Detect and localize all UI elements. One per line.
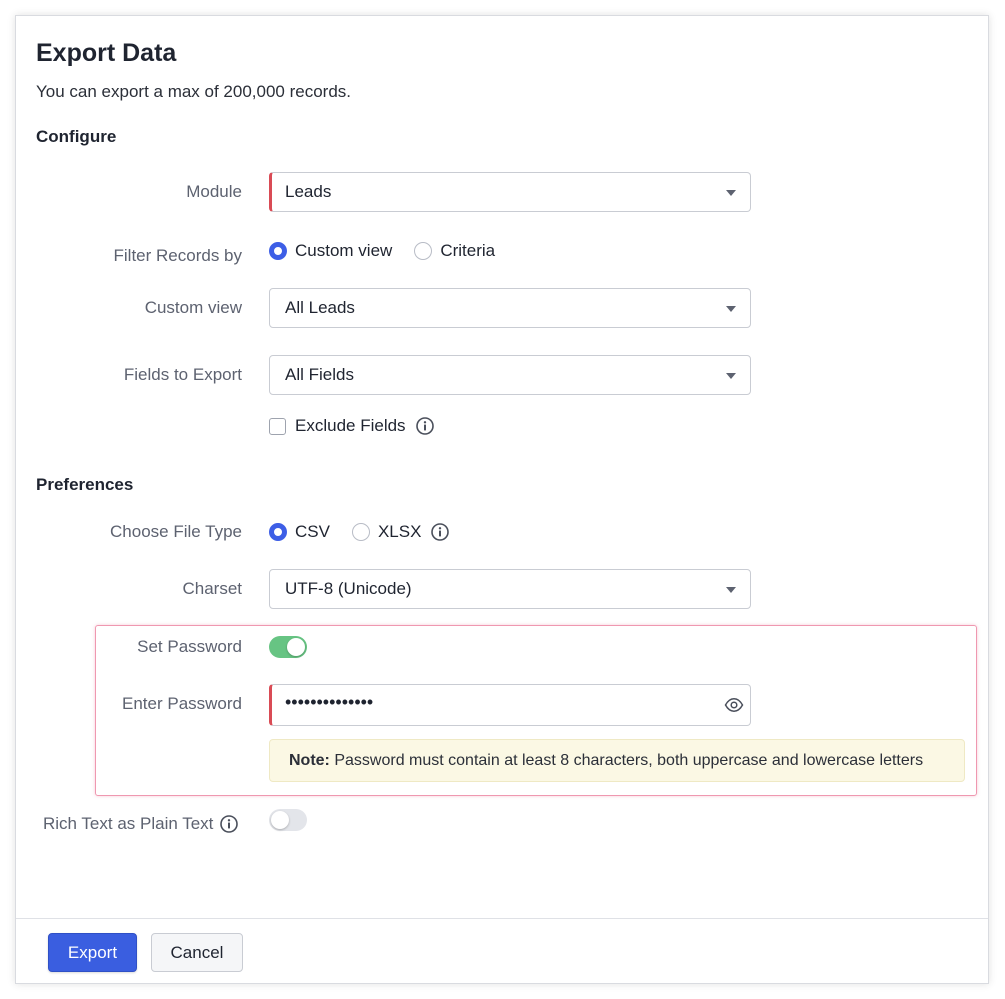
radio-criteria[interactable]: Criteria xyxy=(414,241,495,261)
module-select-value: Leads xyxy=(285,182,332,201)
exclude-fields-checkbox[interactable] xyxy=(269,417,286,435)
custom-view-label: Custom view xyxy=(144,298,242,317)
custom-view-select[interactable]: All Leads xyxy=(269,288,751,328)
radio-button-unchecked[interactable] xyxy=(351,523,370,541)
password-input[interactable]: •••••••••••••• xyxy=(269,684,751,726)
radio-xlsx-label: XLSX xyxy=(377,522,422,541)
charset-select-value: UTF-8 (Unicode) xyxy=(285,579,412,598)
dialog-subtitle: You can export a max of 200,000 records. xyxy=(36,82,352,101)
rich-text-label: Rich Text as Plain Text xyxy=(43,814,214,833)
cancel-button[interactable]: Cancel xyxy=(151,933,243,972)
chevron-down-icon xyxy=(726,190,736,196)
export-button[interactable]: Export xyxy=(48,933,137,972)
chevron-down-icon xyxy=(726,373,736,379)
radio-custom-view-label: Custom view xyxy=(295,241,393,260)
fields-to-export-select[interactable]: All Fields xyxy=(269,355,751,395)
fields-to-export-label: Fields to Export xyxy=(123,365,242,384)
enter-password-label: Enter Password xyxy=(122,694,242,713)
footer-divider xyxy=(16,918,988,919)
dialog-title: Export Data xyxy=(36,39,177,67)
file-type-label: Choose File Type xyxy=(110,522,242,541)
exclude-fields-label: Exclude Fields xyxy=(295,416,406,435)
rich-text-toggle[interactable] xyxy=(269,809,307,831)
radio-csv[interactable]: CSV xyxy=(269,522,330,542)
fields-to-export-select-value: All Fields xyxy=(285,365,354,384)
exclude-fields-row: Exclude Fields xyxy=(269,416,434,436)
radio-csv-label: CSV xyxy=(295,522,330,541)
filter-records-label: Filter Records by xyxy=(113,246,242,265)
set-password-label: Set Password xyxy=(137,637,242,656)
info-icon[interactable] xyxy=(415,417,434,435)
chevron-down-icon xyxy=(726,587,736,593)
chevron-down-icon xyxy=(726,306,736,312)
filter-records-radio-group: Custom view Criteria xyxy=(269,241,517,261)
configure-heading: Configure xyxy=(36,127,117,146)
password-note: Note: Password must contain at least 8 c… xyxy=(269,739,965,782)
radio-criteria-label: Criteria xyxy=(440,241,496,260)
info-icon[interactable] xyxy=(431,523,450,541)
radio-button-unchecked[interactable] xyxy=(414,242,433,260)
set-password-toggle[interactable] xyxy=(269,636,307,658)
file-type-radio-group: CSV XLSX xyxy=(269,522,450,542)
eye-icon[interactable] xyxy=(724,695,744,715)
radio-xlsx[interactable]: XLSX xyxy=(351,522,422,542)
custom-view-select-value: All Leads xyxy=(285,298,355,317)
radio-button-checked[interactable] xyxy=(269,242,287,260)
radio-custom-view[interactable]: Custom view xyxy=(269,241,392,261)
charset-select[interactable]: UTF-8 (Unicode) xyxy=(269,569,751,609)
toggle-knob xyxy=(287,638,305,656)
charset-label: Charset xyxy=(182,579,242,598)
module-label: Module xyxy=(186,182,242,201)
rich-text-label-row: Rich Text as Plain Text xyxy=(43,814,239,834)
password-input-value: •••••••••••••• xyxy=(285,692,374,712)
module-select[interactable]: Leads xyxy=(269,172,751,212)
password-note-text: Password must contain at least 8 charact… xyxy=(329,752,924,769)
toggle-knob xyxy=(271,811,289,829)
export-data-dialog: Export Data You can export a max of 200,… xyxy=(15,15,989,984)
info-icon[interactable] xyxy=(220,815,239,833)
radio-button-checked[interactable] xyxy=(269,523,287,541)
preferences-heading: Preferences xyxy=(36,475,134,494)
password-note-prefix: Note: xyxy=(289,752,330,769)
